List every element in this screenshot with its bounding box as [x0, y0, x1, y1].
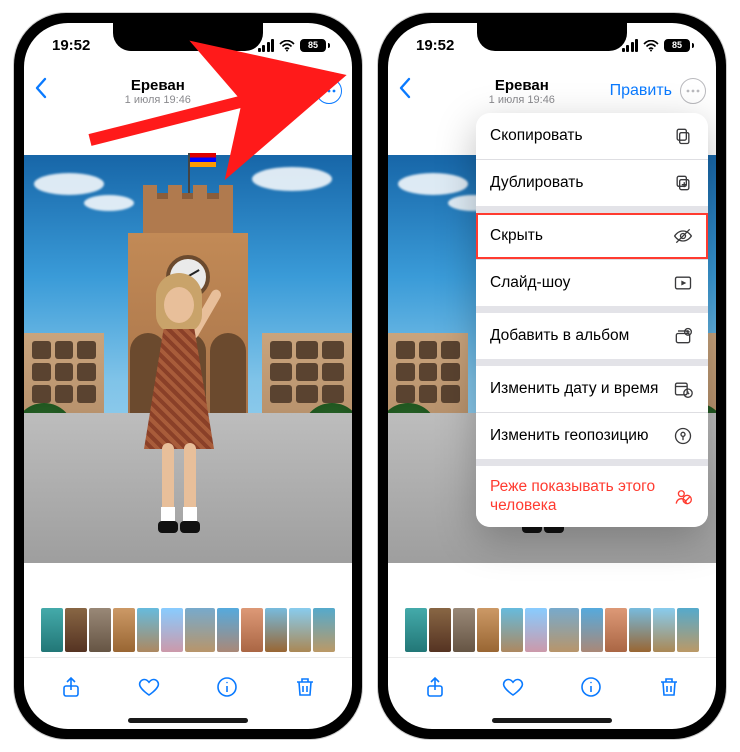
status-right: 85: [258, 39, 331, 52]
thumbnail[interactable]: [89, 608, 111, 652]
menu-item-feature-less[interactable]: Реже показывать этого человека: [476, 466, 708, 527]
play-rectangle-icon: [672, 272, 694, 294]
back-button[interactable]: [398, 77, 412, 105]
thumbnail[interactable]: [113, 608, 135, 652]
thumbnail[interactable]: [65, 608, 87, 652]
screen-right: 19:52 85 Ереван: [388, 23, 716, 729]
menu-label: Добавить в альбом: [490, 327, 672, 346]
thumbnail-current[interactable]: [185, 608, 215, 652]
info-button[interactable]: [207, 667, 247, 707]
favorite-button[interactable]: [129, 667, 169, 707]
delete-button[interactable]: [285, 667, 325, 707]
share-button[interactable]: [51, 667, 91, 707]
home-indicator[interactable]: [492, 718, 612, 723]
thumbnail[interactable]: [629, 608, 651, 652]
thumbnail[interactable]: [313, 608, 335, 652]
status-time: 19:52: [52, 37, 90, 54]
battery-icon: 85: [664, 39, 694, 52]
back-button[interactable]: [34, 77, 48, 105]
bottom-toolbar: [388, 657, 716, 715]
nav-bar: Ереван 1 июля 19:46 Править: [388, 67, 716, 115]
phone-right: 19:52 85 Ереван: [378, 13, 726, 739]
thumbnail[interactable]: [677, 608, 699, 652]
battery-level: 85: [664, 39, 690, 52]
thumbnail[interactable]: [429, 608, 451, 652]
battery-level: 85: [300, 39, 326, 52]
photo-datetime-subtitle: 1 июля 19:46: [70, 94, 246, 106]
thumbnail[interactable]: [217, 608, 239, 652]
eye-slash-icon: [672, 225, 694, 247]
delete-button[interactable]: [649, 667, 689, 707]
duplicate-icon: [672, 172, 694, 194]
menu-label: Изменить геопозицию: [490, 427, 672, 446]
person-slash-icon: [672, 486, 694, 508]
notch: [113, 23, 263, 51]
rectangle-stack-plus-icon: [672, 325, 694, 347]
menu-item-adjust-location[interactable]: Изменить геопозицию: [476, 413, 708, 466]
more-actions-button[interactable]: [316, 78, 342, 104]
menu-item-slideshow[interactable]: Слайд-шоу: [476, 260, 708, 313]
battery-icon: 85: [300, 39, 330, 52]
menu-item-hide[interactable]: Скрыть: [476, 213, 708, 260]
thumbnail[interactable]: [581, 608, 603, 652]
thumbnail[interactable]: [477, 608, 499, 652]
menu-item-copy[interactable]: Скопировать: [476, 113, 708, 160]
photo-location-title: Ереван: [434, 77, 610, 94]
share-button[interactable]: [415, 667, 455, 707]
wifi-icon: [643, 39, 659, 51]
photo-location-title: Ереван: [70, 77, 246, 94]
thumbnail[interactable]: [241, 608, 263, 652]
bottom-toolbar: [24, 657, 352, 715]
menu-label: Скрыть: [490, 227, 672, 246]
photo-content: [24, 155, 352, 563]
wifi-icon: [279, 39, 295, 51]
menu-label: Скопировать: [490, 127, 672, 146]
favorite-button[interactable]: [493, 667, 533, 707]
status-time: 19:52: [416, 37, 454, 54]
thumbnail[interactable]: [653, 608, 675, 652]
thumbnail[interactable]: [137, 608, 159, 652]
menu-item-adjust-date-time[interactable]: Изменить дату и время: [476, 366, 708, 413]
more-actions-button[interactable]: [680, 78, 706, 104]
thumbnail[interactable]: [161, 608, 183, 652]
screen-left: 19:52 85 Ереван: [24, 23, 352, 729]
home-indicator[interactable]: [128, 718, 248, 723]
calendar-clock-icon: [672, 378, 694, 400]
menu-label: Изменить дату и время: [490, 380, 672, 399]
menu-label: Реже показывать этого человека: [490, 478, 672, 515]
photo-datetime-subtitle: 1 июля 19:46: [434, 94, 610, 106]
nav-bar: Ереван 1 июля 19:46 Править: [24, 67, 352, 115]
menu-item-add-to-album[interactable]: Добавить в альбом: [476, 313, 708, 366]
photo-viewer[interactable]: [24, 115, 352, 603]
thumbnail-current[interactable]: [549, 608, 579, 652]
phone-left: 19:52 85 Ереван: [14, 13, 362, 739]
thumbnail-strip[interactable]: [24, 603, 352, 657]
menu-label: Дублировать: [490, 174, 672, 193]
copy-icon: [672, 125, 694, 147]
mappin-circle-icon: [672, 425, 694, 447]
status-right: 85: [622, 39, 695, 52]
thumbnail[interactable]: [453, 608, 475, 652]
edit-button[interactable]: Править: [246, 82, 308, 100]
thumbnail[interactable]: [289, 608, 311, 652]
thumbnail[interactable]: [41, 608, 63, 652]
comparison-stage: 19:52 85 Ереван: [0, 0, 740, 752]
info-button[interactable]: [571, 667, 611, 707]
thumbnail[interactable]: [405, 608, 427, 652]
thumbnail-strip[interactable]: [388, 603, 716, 657]
thumbnail[interactable]: [605, 608, 627, 652]
menu-label: Слайд-шоу: [490, 274, 672, 293]
menu-item-duplicate[interactable]: Дублировать: [476, 160, 708, 213]
thumbnail[interactable]: [501, 608, 523, 652]
thumbnail[interactable]: [265, 608, 287, 652]
edit-button[interactable]: Править: [610, 82, 672, 100]
actions-menu: Скопировать Дублировать Скрыть Слайд-шоу…: [476, 113, 708, 527]
thumbnail[interactable]: [525, 608, 547, 652]
notch: [477, 23, 627, 51]
